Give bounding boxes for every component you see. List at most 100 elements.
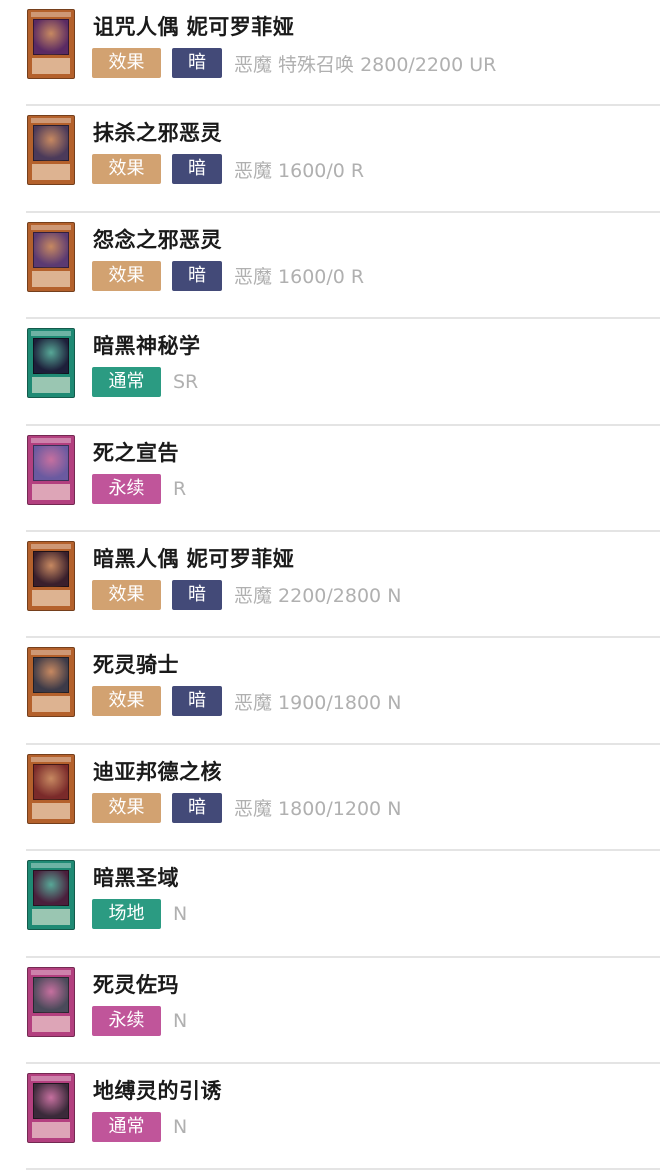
card-attribute-badge: 暗 xyxy=(172,686,222,717)
card-stats: 恶魔 1600/0 R xyxy=(234,266,365,289)
card-frame-title-bar xyxy=(31,12,71,17)
card-name: 暗黑神秘学 xyxy=(93,334,201,359)
card-attribute-badge: 暗 xyxy=(172,792,222,823)
monster-card-thumbnail xyxy=(27,540,75,611)
trap-card-thumbnail xyxy=(27,1072,75,1143)
card-artwork xyxy=(33,125,69,162)
card-type-badge: 通常 xyxy=(92,367,161,398)
card-frame-title-bar xyxy=(31,118,71,124)
card-stats: SR xyxy=(173,371,199,394)
trap-card-thumbnail xyxy=(27,434,75,505)
monster-card-thumbnail xyxy=(27,753,75,824)
card-type-badge: 永续 xyxy=(92,473,161,504)
card-list-item[interactable]: 死灵佐玛永续 N xyxy=(0,958,660,1064)
card-type-badge: 效果 xyxy=(92,48,161,78)
card-text-box xyxy=(32,483,70,500)
card-text-box xyxy=(32,696,70,713)
card-name: 死灵佐玛 xyxy=(93,972,179,997)
card-text-box xyxy=(32,1015,70,1032)
card-tags: 场地 N xyxy=(92,899,188,930)
card-list-item[interactable]: 地缚灵的引诱通常 N xyxy=(0,1064,660,1170)
card-stats: 恶魔 1600/0 R xyxy=(234,159,365,182)
card-tags: 通常 SR xyxy=(92,367,199,398)
card-text-box xyxy=(32,802,70,819)
card-type-badge: 通常 xyxy=(92,1111,161,1142)
card-type-badge: 效果 xyxy=(92,579,161,610)
card-text-box xyxy=(32,589,70,606)
card-list-item[interactable]: 迪亚邦德之核效果暗恶魔 1800/1200 N xyxy=(0,745,660,852)
card-stats: 恶魔 特殊召唤 2800/2200 UR xyxy=(234,53,497,76)
spell-card-thumbnail xyxy=(27,328,75,399)
card-artwork xyxy=(33,231,69,268)
card-tags: 效果暗恶魔 2200/2800 N xyxy=(92,579,402,610)
card-tags: 效果暗恶魔 1600/0 R xyxy=(92,154,365,185)
card-frame-title-bar xyxy=(31,331,71,337)
monster-card-thumbnail xyxy=(27,221,75,292)
card-type-badge: 效果 xyxy=(92,792,161,823)
card-stats: 恶魔 1900/1800 N xyxy=(234,691,402,714)
card-list-item[interactable]: 暗黑神秘学通常 SR xyxy=(0,319,660,426)
card-type-badge: 场地 xyxy=(92,899,161,930)
card-name: 诅咒人偶 妮可罗菲娅 xyxy=(93,15,295,39)
card-tags: 效果暗恶魔 1600/0 R xyxy=(92,260,365,291)
card-tags: 效果暗恶魔 1900/1800 N xyxy=(92,686,402,717)
card-frame-title-bar xyxy=(31,543,71,549)
card-frame-title-bar xyxy=(31,224,71,230)
card-text-box xyxy=(32,377,70,394)
trap-card-thumbnail xyxy=(27,966,75,1037)
card-stats: R xyxy=(173,477,187,500)
card-name: 暗黑圣域 xyxy=(93,866,179,891)
card-tags: 永续 R xyxy=(92,473,187,504)
card-tags: 效果暗恶魔 1800/1200 N xyxy=(92,792,402,823)
card-name: 怨念之邪恶灵 xyxy=(93,227,222,252)
card-list-item[interactable]: 暗黑圣域场地 N xyxy=(0,851,660,958)
card-name: 抹杀之邪恶灵 xyxy=(93,121,222,146)
card-list: 诅咒人偶 妮可罗菲娅 效果暗恶魔 特殊召唤 2800/2200 UR 抹杀之邪恶灵效… xyxy=(0,0,660,1170)
card-name: 迪亚邦德之核 xyxy=(93,759,222,784)
card-attribute-badge: 暗 xyxy=(172,48,222,78)
card-name: 地缚灵的引诱 xyxy=(93,1078,222,1103)
card-frame-title-bar xyxy=(31,437,71,443)
card-tags: 效果暗恶魔 特殊召唤 2800/2200 UR xyxy=(92,48,496,78)
card-artwork xyxy=(33,550,69,587)
card-attribute-badge: 暗 xyxy=(172,579,222,610)
card-text-box xyxy=(32,909,70,926)
card-type-badge: 效果 xyxy=(92,686,161,717)
card-stats: N xyxy=(173,1009,188,1032)
card-stats: N xyxy=(173,903,188,926)
card-frame-title-bar xyxy=(31,969,71,975)
card-artwork xyxy=(33,763,69,800)
card-list-item[interactable]: 暗黑人偶 妮可罗菲娅效果暗恶魔 2200/2800 N xyxy=(0,532,660,639)
card-stats: 恶魔 2200/2800 N xyxy=(234,585,402,608)
card-tags: 通常 N xyxy=(92,1111,187,1142)
card-text-box xyxy=(32,1121,70,1138)
card-artwork xyxy=(33,19,69,55)
card-frame-title-bar xyxy=(31,1075,71,1081)
card-text-box xyxy=(32,58,70,74)
card-list-item[interactable]: 死之宣告永续 R xyxy=(0,426,660,532)
card-artwork xyxy=(33,1082,69,1119)
card-list-item[interactable]: 诅咒人偶 妮可罗菲娅效果暗恶魔 特殊召唤 2800/2200 UR xyxy=(0,0,660,107)
card-tags: 永续 N xyxy=(92,1005,188,1036)
card-stats: 恶魔 1800/1200 N xyxy=(234,798,402,821)
card-attribute-badge: 暗 xyxy=(172,260,222,291)
card-artwork xyxy=(33,870,69,907)
card-list-item[interactable]: 抹杀之邪恶灵效果暗恶魔 1600/0 R xyxy=(0,106,660,213)
card-list-item[interactable]: 死灵骑士效果暗恶魔 1900/1800 N xyxy=(0,638,660,745)
card-frame-title-bar xyxy=(31,863,71,869)
card-artwork xyxy=(33,657,69,694)
card-type-badge: 效果 xyxy=(92,260,161,291)
card-name: 暗黑人偶 妮可罗菲娅 xyxy=(93,546,295,571)
card-text-box xyxy=(32,270,70,287)
card-artwork xyxy=(33,976,69,1013)
card-name: 死灵骑士 xyxy=(93,653,179,678)
card-attribute-badge: 暗 xyxy=(172,154,222,185)
card-frame-title-bar xyxy=(31,650,71,656)
card-text-box xyxy=(32,164,70,181)
card-name: 死之宣告 xyxy=(93,440,179,465)
monster-card-thumbnail xyxy=(27,9,75,79)
card-frame-title-bar xyxy=(31,756,71,762)
monster-card-thumbnail xyxy=(27,115,75,186)
card-list-item[interactable]: 怨念之邪恶灵效果暗恶魔 1600/0 R xyxy=(0,213,660,320)
monster-card-thumbnail xyxy=(27,647,75,718)
